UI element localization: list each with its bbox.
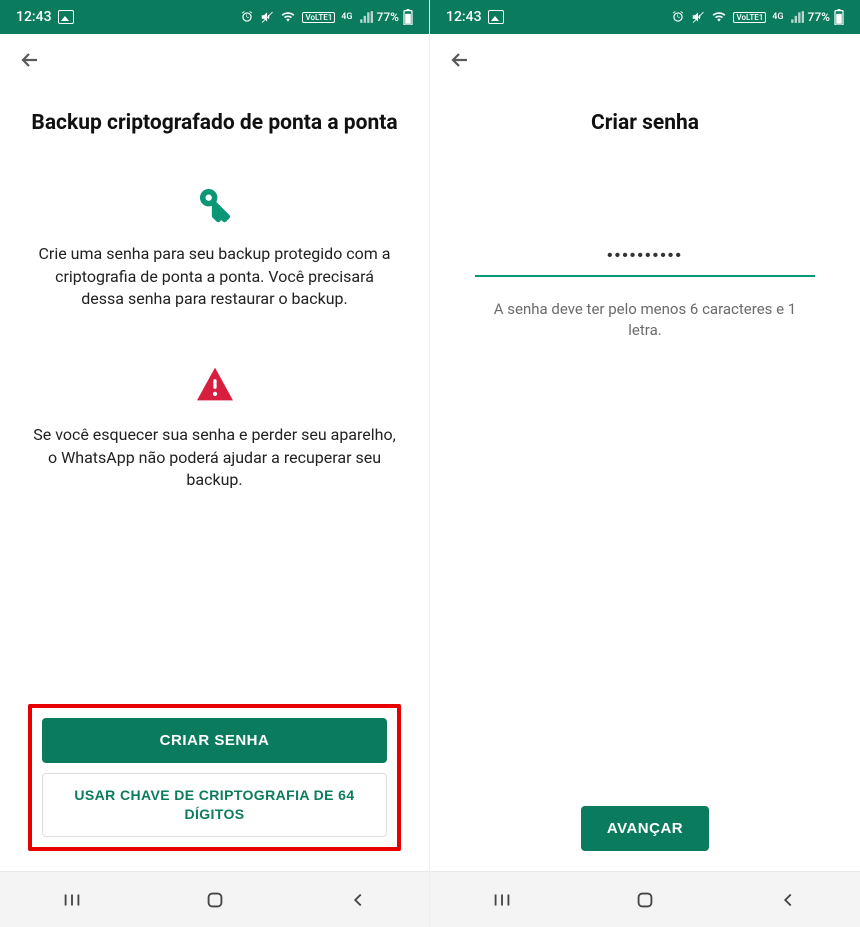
nav-recent[interactable] (472, 889, 532, 911)
status-time: 12:43 (16, 9, 52, 25)
battery-icon (834, 9, 844, 25)
battery-icon (403, 9, 413, 25)
back-button[interactable] (444, 44, 476, 80)
page-title: Backup criptografado de ponta a ponta (28, 110, 401, 137)
image-icon (488, 10, 504, 24)
warning-icon (195, 366, 235, 402)
advance-button[interactable]: AVANÇAR (581, 806, 709, 851)
alarm-icon (240, 10, 254, 24)
back-button[interactable] (14, 44, 46, 80)
content-area: Backup criptografado de ponta a ponta Cr… (0, 90, 429, 871)
button-area-highlighted: CRIAR SENHA USAR CHAVE DE CRIPTOGRAFIA D… (28, 704, 401, 851)
mute-icon (260, 10, 274, 24)
phone-screen-left: 12:43 VoLTE1 4G 77% Backup criptografado… (0, 0, 430, 927)
volte-icon: VoLTE1 (733, 12, 766, 23)
alarm-icon (671, 10, 685, 24)
battery-percent: 77% (377, 10, 399, 24)
network-type: 4G (772, 12, 783, 22)
nav-recent[interactable] (42, 889, 102, 911)
phone-screen-right: 12:43 VoLTE1 4G 77% Criar senha A sen (430, 0, 860, 927)
wifi-icon (280, 10, 296, 24)
nav-back[interactable] (758, 889, 818, 911)
status-time: 12:43 (446, 9, 482, 25)
password-hint: A senha deve ter pelo menos 6 caracteres… (458, 299, 832, 341)
android-nav-bar (430, 871, 860, 927)
nav-back[interactable] (328, 889, 388, 911)
android-nav-bar (0, 871, 429, 927)
button-area: AVANÇAR (458, 806, 832, 851)
network-type: 4G (341, 12, 352, 22)
nav-home[interactable] (185, 889, 245, 911)
wifi-icon (711, 10, 727, 24)
password-field-wrap: A senha deve ter pelo menos 6 caracteres… (458, 237, 832, 341)
info-block: Crie uma senha para seu backup protegido… (28, 185, 401, 310)
key-icon (196, 185, 234, 223)
status-bar: 12:43 VoLTE1 4G 77% (0, 0, 429, 34)
status-bar: 12:43 VoLTE1 4G 77% (430, 0, 860, 34)
nav-home[interactable] (615, 889, 675, 911)
create-password-button[interactable]: CRIAR SENHA (42, 718, 387, 763)
use-64-digit-key-button[interactable]: USAR CHAVE DE CRIPTOGRAFIA DE 64 DÍGITOS (42, 773, 387, 837)
image-icon (58, 10, 74, 24)
mute-icon (691, 10, 705, 24)
volte-icon: VoLTE1 (302, 12, 335, 23)
warn-block: Se você esquecer sua senha e perder seu … (28, 366, 401, 491)
password-input[interactable] (475, 237, 815, 277)
info-text: Crie uma senha para seu backup protegido… (28, 243, 401, 310)
app-header (0, 34, 429, 90)
warn-text: Se você esquecer sua senha e perder seu … (28, 424, 401, 491)
battery-percent: 77% (808, 10, 830, 24)
signal-icon (790, 10, 804, 24)
signal-icon (359, 10, 373, 24)
content-area: Criar senha A senha deve ter pelo menos … (430, 90, 860, 871)
page-title: Criar senha (458, 110, 832, 137)
app-header (430, 34, 860, 90)
